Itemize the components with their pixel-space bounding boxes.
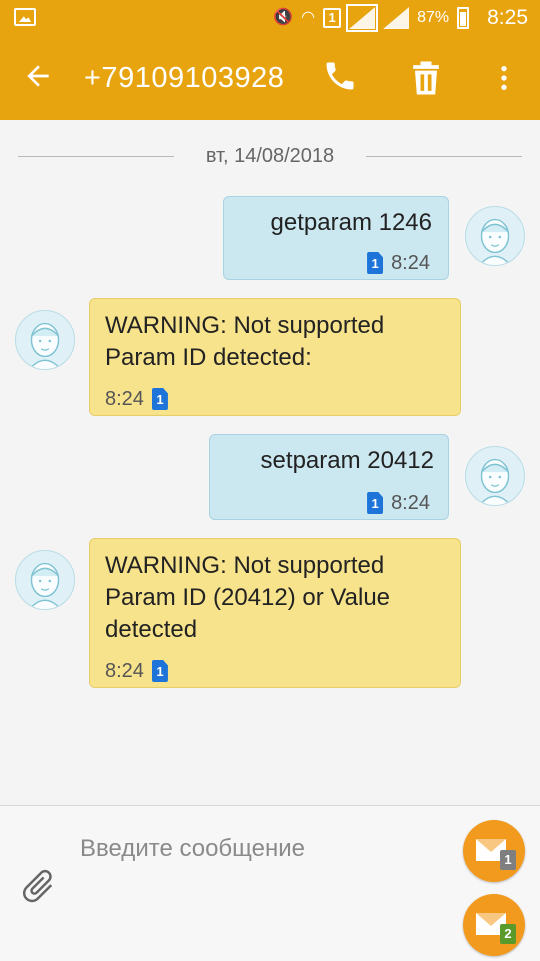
message-time: 8:24 <box>105 388 144 410</box>
message-meta: 8:24 1 <box>105 383 168 415</box>
sim2-badge: 2 <box>500 924 516 944</box>
signal-sim1-icon <box>346 4 379 32</box>
avatar-self[interactable] <box>465 446 525 506</box>
message-bubble-outgoing[interactable]: setparam 20412 1 8:24 <box>209 434 449 520</box>
message-text: getparam 1246 <box>270 209 432 236</box>
sim-indicator-icon: 1 <box>323 8 342 28</box>
date-divider: вт, 14/08/2018 <box>18 140 522 174</box>
person-avatar-icon <box>478 458 512 505</box>
message-time: 8:24 <box>391 252 430 274</box>
app-bar: +79109103928 <box>0 36 540 120</box>
paperclip-icon <box>22 869 53 903</box>
divider-line-right <box>366 156 522 157</box>
avatar-contact[interactable] <box>15 550 75 610</box>
contact-number[interactable]: +79109103928 <box>84 60 284 96</box>
person-avatar-icon <box>478 218 512 265</box>
message-bubble-outgoing[interactable]: getparam 1246 1 8:24 <box>223 196 449 280</box>
status-clock: 8:25 <box>487 6 528 29</box>
back-arrow-icon <box>27 65 49 87</box>
battery-percent: 87% <box>417 9 450 26</box>
signal-sim2-icon <box>383 7 409 29</box>
attach-button[interactable] <box>18 866 58 910</box>
message-text-line: Param ID (20412) or Value <box>105 584 391 611</box>
message-time: 8:24 <box>391 492 430 514</box>
message-bubble-incoming[interactable]: WARNING: Not supported Param ID (20412) … <box>89 538 461 688</box>
sim1-badge: 1 <box>500 850 516 870</box>
person-avatar-icon <box>28 322 62 369</box>
call-button[interactable] <box>322 58 362 98</box>
message-composer: 1 2 <box>0 805 540 961</box>
status-icons: 🔇 ◠ 1 87% 8:25 <box>273 4 528 32</box>
sim-card-icon: 1 <box>367 492 384 514</box>
message-text-line: Param ID detected: <box>105 344 312 371</box>
message-text-line: detected <box>105 616 198 643</box>
more-options-button[interactable] <box>488 56 520 100</box>
sim-card-icon: 1 <box>151 660 168 682</box>
message-text-line: WARNING: Not supported <box>105 312 385 339</box>
phone-icon <box>326 62 354 90</box>
sim-card-icon: 1 <box>367 252 384 274</box>
message-meta: 1 8:24 <box>367 487 430 519</box>
send-sim2-button[interactable]: 2 <box>463 894 525 956</box>
status-bar: 🔇 ◠ 1 87% 8:25 <box>0 0 540 36</box>
person-avatar-icon <box>28 562 62 609</box>
message-meta: 8:24 1 <box>105 655 168 687</box>
avatar-self[interactable] <box>465 206 525 266</box>
send-sim1-button[interactable]: 1 <box>463 820 525 882</box>
message-time: 8:24 <box>105 660 144 682</box>
back-button[interactable] <box>22 60 62 96</box>
message-bubble-incoming[interactable]: WARNING: Not supported Param ID detected… <box>89 298 461 416</box>
battery-icon <box>457 7 470 29</box>
avatar-contact[interactable] <box>15 310 75 370</box>
gallery-notification-icon <box>14 8 36 26</box>
more-vert-icon <box>501 66 507 90</box>
delete-button[interactable] <box>404 56 448 100</box>
message-input[interactable] <box>78 826 442 872</box>
trash-icon <box>413 61 439 95</box>
message-text: setparam 20412 <box>260 447 434 474</box>
message-text-line: WARNING: Not supported <box>105 552 385 579</box>
mute-icon: 🔇 <box>273 9 294 26</box>
message-meta: 1 8:24 <box>367 247 430 279</box>
sim-card-icon: 1 <box>151 388 168 410</box>
wifi-icon: ◠ <box>301 9 316 26</box>
